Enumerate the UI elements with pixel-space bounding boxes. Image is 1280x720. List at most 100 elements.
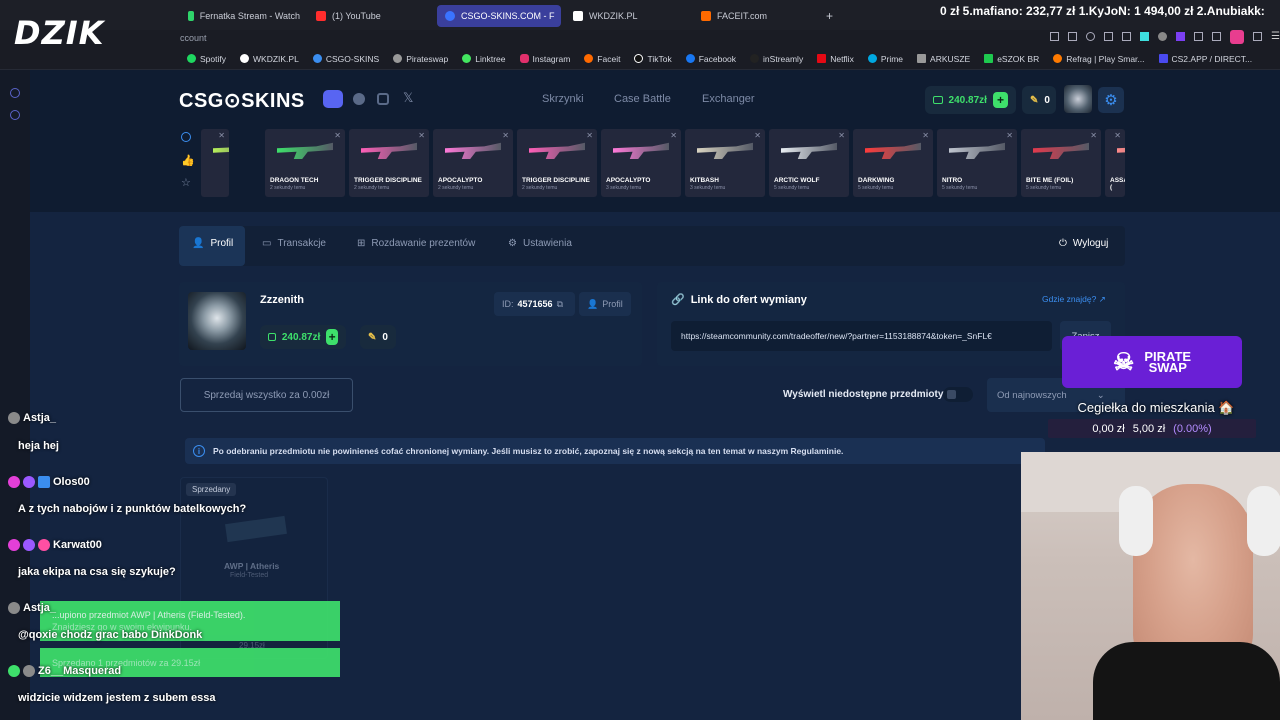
site-logo[interactable]: CSG⊙SKINS <box>179 88 305 113</box>
screenshot-icon[interactable] <box>1068 32 1077 41</box>
live-drop-card[interactable]: ✕ ASSASSIN ( <box>1105 129 1125 197</box>
star-icon[interactable]: ☆ <box>181 176 191 189</box>
bookmark-instreamly[interactable]: inStreamly <box>743 54 810 64</box>
bookmarks-bar: Spotify WKDZIK.PL CSGO-SKINS Pirateswap … <box>0 48 1280 70</box>
bookmark-icon[interactable] <box>1050 32 1059 41</box>
avatar-badge-icon <box>23 665 35 678</box>
live-drop-card[interactable]: ✕ APOCALYPTO 3 sekundy temu <box>601 129 681 197</box>
new-tab-button[interactable]: + <box>818 5 838 27</box>
trade-url-input[interactable]: https://steamcommunity.com/tradeoffer/ne… <box>671 321 1052 351</box>
7tv-icon[interactable] <box>1140 32 1149 41</box>
bookmark-cs2app[interactable]: CS2.APP / DIRECT... <box>1152 54 1260 64</box>
streamer-webcam <box>1021 452 1280 720</box>
nav-skrzynki[interactable]: Skrzynki <box>542 93 584 105</box>
live-drop-card[interactable]: ✕ BITE ME (FOIL) 5 sekundy temu <box>1021 129 1101 197</box>
tab-wkdzik[interactable]: WKDZIK.PL <box>565 5 685 27</box>
drop-name: APOCALYPTO <box>438 177 483 184</box>
sell-all-button[interactable]: Sprzedaj wszystko za 0.00zł <box>180 378 353 412</box>
copy-icon[interactable]: ⧉ <box>557 299 563 310</box>
bookmark-faceit[interactable]: Faceit <box>577 54 627 64</box>
bookmark-csgo-skins[interactable]: CSGO-SKINS <box>306 54 386 64</box>
instagram-icon[interactable] <box>377 93 389 105</box>
donation-goal-bar: 0,00 zł 5,00 zł (0.00%) <box>1048 419 1256 438</box>
thumbs-up-icon[interactable]: 👍 <box>181 154 195 167</box>
clock-icon[interactable] <box>181 132 191 142</box>
bookmark-pirateswap[interactable]: Pirateswap <box>386 54 455 64</box>
protected-trade-notice: i Po odebraniu przedmiotu nie powinieneś… <box>185 438 1045 464</box>
tab-profil[interactable]: 👤 Profil <box>192 238 233 249</box>
adblock-icon[interactable] <box>1086 32 1095 41</box>
history-icon[interactable] <box>10 88 20 98</box>
user-icon: 👤 <box>587 298 599 309</box>
bookmark-eszok[interactable]: eSZOK BR <box>977 54 1046 64</box>
instreamly-icon <box>750 54 760 63</box>
bookmark-wkdzik[interactable]: WKDZIK.PL <box>233 54 306 64</box>
donation-ticker: 0 zł 5.mafiano: 232,77 zł 1.KyJoN: 1 494… <box>940 4 1265 18</box>
tab-label: CSGO-SKINS.COM - F <box>461 11 555 21</box>
weapon-skin-image <box>613 142 669 159</box>
menu-icon[interactable]: ☰ <box>1271 32 1280 44</box>
downloads-icon[interactable] <box>1253 32 1262 41</box>
tab-transakcje[interactable]: ▭ Transakcje <box>262 238 326 249</box>
deposit-button[interactable]: + <box>992 92 1008 108</box>
settings-icon[interactable] <box>10 110 20 120</box>
weapon-skin-image <box>529 142 585 159</box>
bookmark-facebook[interactable]: Facebook <box>679 54 743 64</box>
nav-case-battle[interactable]: Case Battle <box>614 93 671 105</box>
bookmark-linktree[interactable]: Linktree <box>455 54 512 64</box>
where-find-link[interactable]: Gdzie znajdę? ↗ <box>1042 294 1106 305</box>
extension-icon[interactable] <box>1158 32 1167 41</box>
close-icon: ✕ <box>1006 131 1013 140</box>
live-drop-card[interactable]: ✕ TRIGGER DISCIPLINE 2 sekundy temu <box>349 129 429 197</box>
twitch-extension-icon[interactable] <box>1176 32 1185 41</box>
puzzle-icon[interactable] <box>1194 32 1203 41</box>
logout-button[interactable]: ⏻ Wyloguj <box>1059 238 1108 249</box>
live-drop-card[interactable]: ✕ DARKWING 5 sekundy temu <box>853 129 933 197</box>
profile-avatar-icon[interactable] <box>1230 30 1244 44</box>
weapon-skin-image <box>213 142 229 159</box>
tab-youtube[interactable]: (1) YouTube <box>308 5 428 27</box>
sidebar-icon[interactable] <box>1212 32 1221 41</box>
live-drop-card[interactable]: ✕ APOCALYPTO 2 sekundy temu <box>433 129 513 197</box>
chat-user: Z6__Masquerad <box>8 665 121 678</box>
bookmark-spotify[interactable]: Spotify <box>180 54 233 64</box>
facebook-icon[interactable] <box>353 93 365 105</box>
live-drop-card[interactable]: ✕ DRAGON TECH 2 sekundy temu <box>265 129 345 197</box>
header-keys[interactable]: ✎ 0 <box>1022 86 1056 114</box>
bookmark-arkusze[interactable]: ARKUSZE <box>910 54 977 64</box>
live-drop-card[interactable]: ✕ NITRO 5 sekundy temu <box>937 129 1017 197</box>
header-balance[interactable]: 240.87zł + <box>925 86 1016 114</box>
bookmark-refrag[interactable]: Refrag | Play Smar... <box>1046 54 1151 64</box>
deposit-button[interactable]: + <box>326 329 338 345</box>
tab-fernatka[interactable]: Fernatka Stream - Watch <box>180 5 300 27</box>
nav-exchanger[interactable]: Exchanger <box>702 93 755 105</box>
profile-link-button[interactable]: 👤 Profil <box>579 292 631 316</box>
tab-faceit[interactable]: FACEIT.com <box>693 5 813 27</box>
show-unavailable-toggle[interactable] <box>943 387 973 402</box>
live-drop-card[interactable]: ✕ <box>201 129 229 197</box>
bookmark-netflix[interactable]: Netflix <box>810 54 861 64</box>
bookmark-prime[interactable]: Prime <box>861 54 910 64</box>
user-id-box[interactable]: ID: 4571656 ⧉ <box>494 292 575 316</box>
item-wear: Field-Tested <box>230 572 269 579</box>
pip-icon[interactable] <box>1104 32 1113 41</box>
live-drop-card[interactable]: ✕ KITBASH 3 sekundy temu <box>685 129 765 197</box>
tab-csgo-skins[interactable]: CSGO-SKINS.COM - F <box>437 5 561 27</box>
user-keys[interactable]: ✎ 0 <box>360 325 396 349</box>
tab-ustawienia[interactable]: ⚙ Ustawienia <box>508 238 572 249</box>
bookmark-tiktok[interactable]: TikTok <box>627 54 678 64</box>
sync-icon[interactable] <box>1122 32 1131 41</box>
x-twitter-icon[interactable]: 𝕏 <box>403 90 413 106</box>
logout-label: Wyloguj <box>1072 238 1109 249</box>
user-balance[interactable]: 240.87zł + <box>260 325 346 349</box>
live-drop-card[interactable]: ✕ ARCTIC WOLF 5 sekundy temu <box>769 129 849 197</box>
drop-name: ARCTIC WOLF <box>774 177 820 184</box>
tab-rozdawanie[interactable]: ⊞ Rozdawanie prezentów <box>357 238 475 249</box>
bookmark-instagram[interactable]: Instagram <box>513 54 578 64</box>
settings-gear-icon[interactable]: ⚙ <box>1098 87 1124 113</box>
user-avatar[interactable] <box>1064 85 1092 113</box>
discord-icon[interactable] <box>323 90 343 108</box>
stream-brand-logo: DZIK <box>14 14 105 52</box>
live-drop-card[interactable]: ✕ TRIGGER DISCIPLINE 2 sekundy temu <box>517 129 597 197</box>
address-bar[interactable]: ccount ☰ <box>0 30 1280 48</box>
